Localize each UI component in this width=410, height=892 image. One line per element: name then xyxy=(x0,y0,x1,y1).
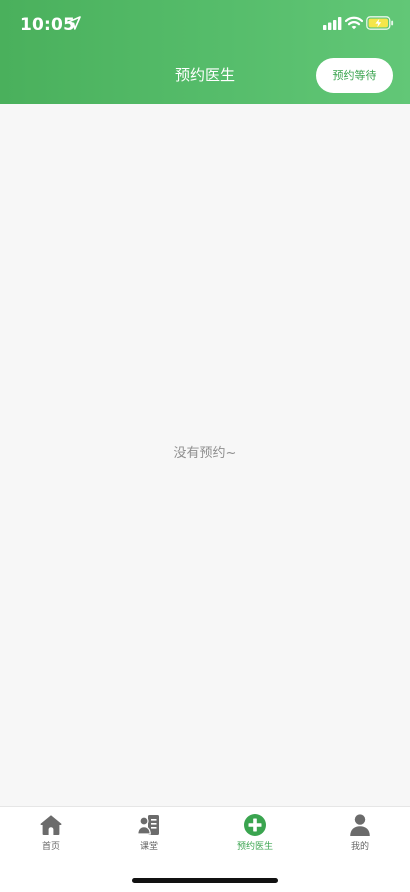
tab-book-doctor[interactable]: 预约医生 xyxy=(204,813,306,861)
battery-charging-icon xyxy=(366,16,394,30)
tab-label: 首页 xyxy=(41,842,60,852)
tab-classroom[interactable]: 课堂 xyxy=(98,813,200,861)
user-icon xyxy=(350,814,370,836)
location-arrow-icon xyxy=(67,16,81,30)
classroom-icon xyxy=(137,815,159,835)
status-bar: 10:05 xyxy=(0,0,410,50)
appointment-list: 没有预约~ xyxy=(0,104,410,806)
tab-label: 预约医生 xyxy=(236,842,273,852)
header-bar: 10:05 预约医生 预约等待 xyxy=(0,0,410,104)
home-indicator xyxy=(132,878,278,883)
app-screen: 10:05 预约医生 预约等待 没有预约~ 首页 课堂 预约医生 我的 xyxy=(0,0,410,892)
tab-home[interactable]: 首页 xyxy=(0,813,102,861)
tab-profile[interactable]: 我的 xyxy=(309,813,410,861)
wifi-icon xyxy=(345,16,363,30)
tab-label: 我的 xyxy=(350,842,369,852)
home-icon xyxy=(40,815,62,835)
add-circle-icon xyxy=(244,814,266,836)
empty-state-message: 没有预约~ xyxy=(173,446,237,461)
appointment-wait-button[interactable]: 预约等待 xyxy=(316,58,393,93)
cellular-signal-icon xyxy=(323,17,342,30)
tab-label: 课堂 xyxy=(139,842,158,852)
